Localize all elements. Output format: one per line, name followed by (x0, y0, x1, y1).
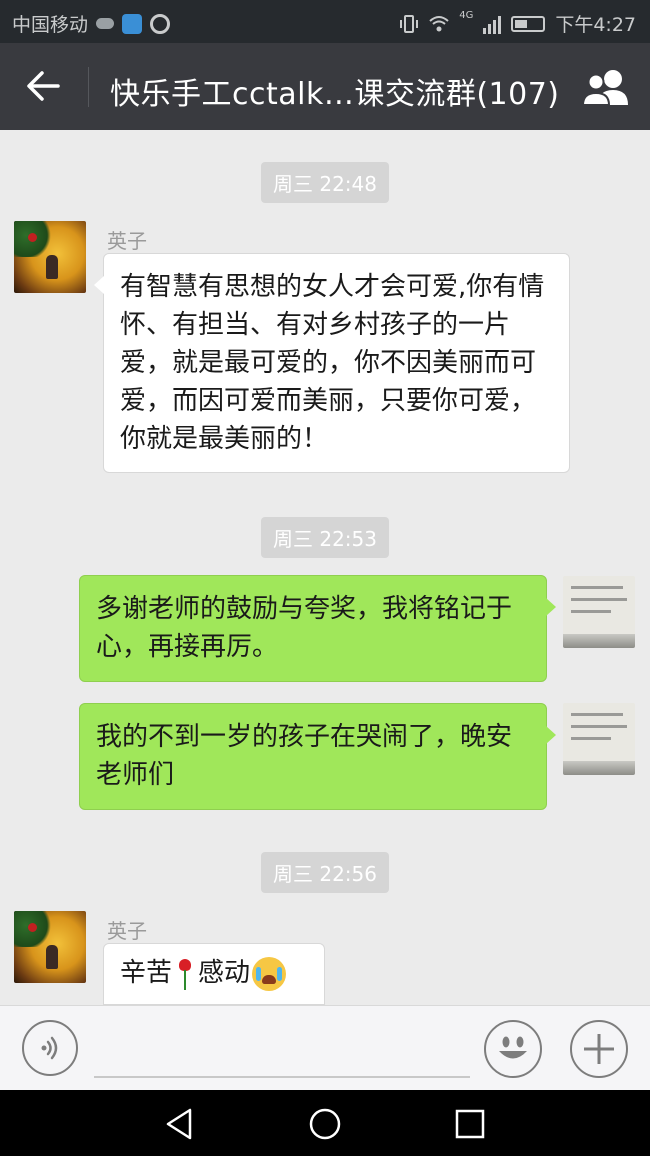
message-text-input[interactable] (94, 1076, 470, 1078)
message-bubble-outgoing[interactable]: 多谢老师的鼓励与夸奖，我将铭记于心，再接再厉。 (79, 575, 556, 682)
message-bubble-incoming[interactable]: 辛苦 感动 (103, 943, 325, 1005)
nav-recents-icon[interactable] (452, 1106, 488, 1142)
more-options-button[interactable] (570, 1020, 628, 1078)
avatar-yingzi[interactable] (14, 911, 86, 983)
crying-emoji-icon (252, 956, 287, 991)
wifi-icon (429, 15, 449, 31)
sender-name: 英子 (107, 229, 147, 253)
search-app-icon (150, 13, 171, 34)
chat-title: 快乐手工cctalk…课交流群(107) (110, 77, 560, 112)
status-bar: 中国移动 4G 下午4:27 (0, 0, 650, 43)
network-type-label: 4G (459, 10, 474, 21)
message-bubble-incoming[interactable]: 有智慧有思想的女人才会可爱,你有情怀、有担当、有对乡村孩子的一片爱，就是最可爱的… (94, 253, 570, 473)
cloud-icon (96, 18, 115, 29)
avatar-self[interactable] (563, 576, 635, 648)
chat-header: 快乐手工cctalk…课交流群(107) (0, 43, 650, 130)
avatar-yingzi[interactable] (14, 221, 86, 293)
timestamp-chip: 周三 22:48 (261, 162, 389, 203)
battery-icon (511, 15, 546, 32)
group-members-icon[interactable] (580, 67, 632, 109)
back-arrow-icon[interactable] (18, 63, 68, 109)
avatar-self[interactable] (563, 703, 635, 775)
emoji-icon (499, 1036, 527, 1059)
system-navigation-bar (0, 1090, 650, 1156)
header-divider (88, 67, 89, 107)
voice-input-icon (41, 1036, 58, 1060)
carrier-label: 中国移动 (12, 14, 89, 36)
timestamp-chip: 周三 22:53 (261, 517, 389, 558)
nav-home-icon[interactable] (307, 1106, 343, 1142)
emoji-button[interactable] (484, 1020, 542, 1078)
message-text: 辛苦 (120, 958, 173, 988)
vibrate-icon (400, 14, 419, 33)
plus-icon (584, 1034, 614, 1064)
timestamp-chip: 周三 22:56 (261, 852, 389, 893)
sender-name: 英子 (107, 919, 147, 943)
voice-input-button[interactable] (22, 1020, 78, 1076)
app-notification-icon (122, 13, 143, 34)
message-input-bar (0, 1005, 650, 1091)
rose-emoji-icon (176, 957, 194, 991)
clock-label: 下午4:27 (555, 14, 636, 36)
message-text: 感动 (198, 958, 251, 988)
message-bubble-outgoing[interactable]: 我的不到一岁的孩子在哭闹了，晚安老师们 (79, 703, 556, 810)
nav-back-icon[interactable] (162, 1106, 198, 1142)
signal-icon (483, 14, 502, 34)
